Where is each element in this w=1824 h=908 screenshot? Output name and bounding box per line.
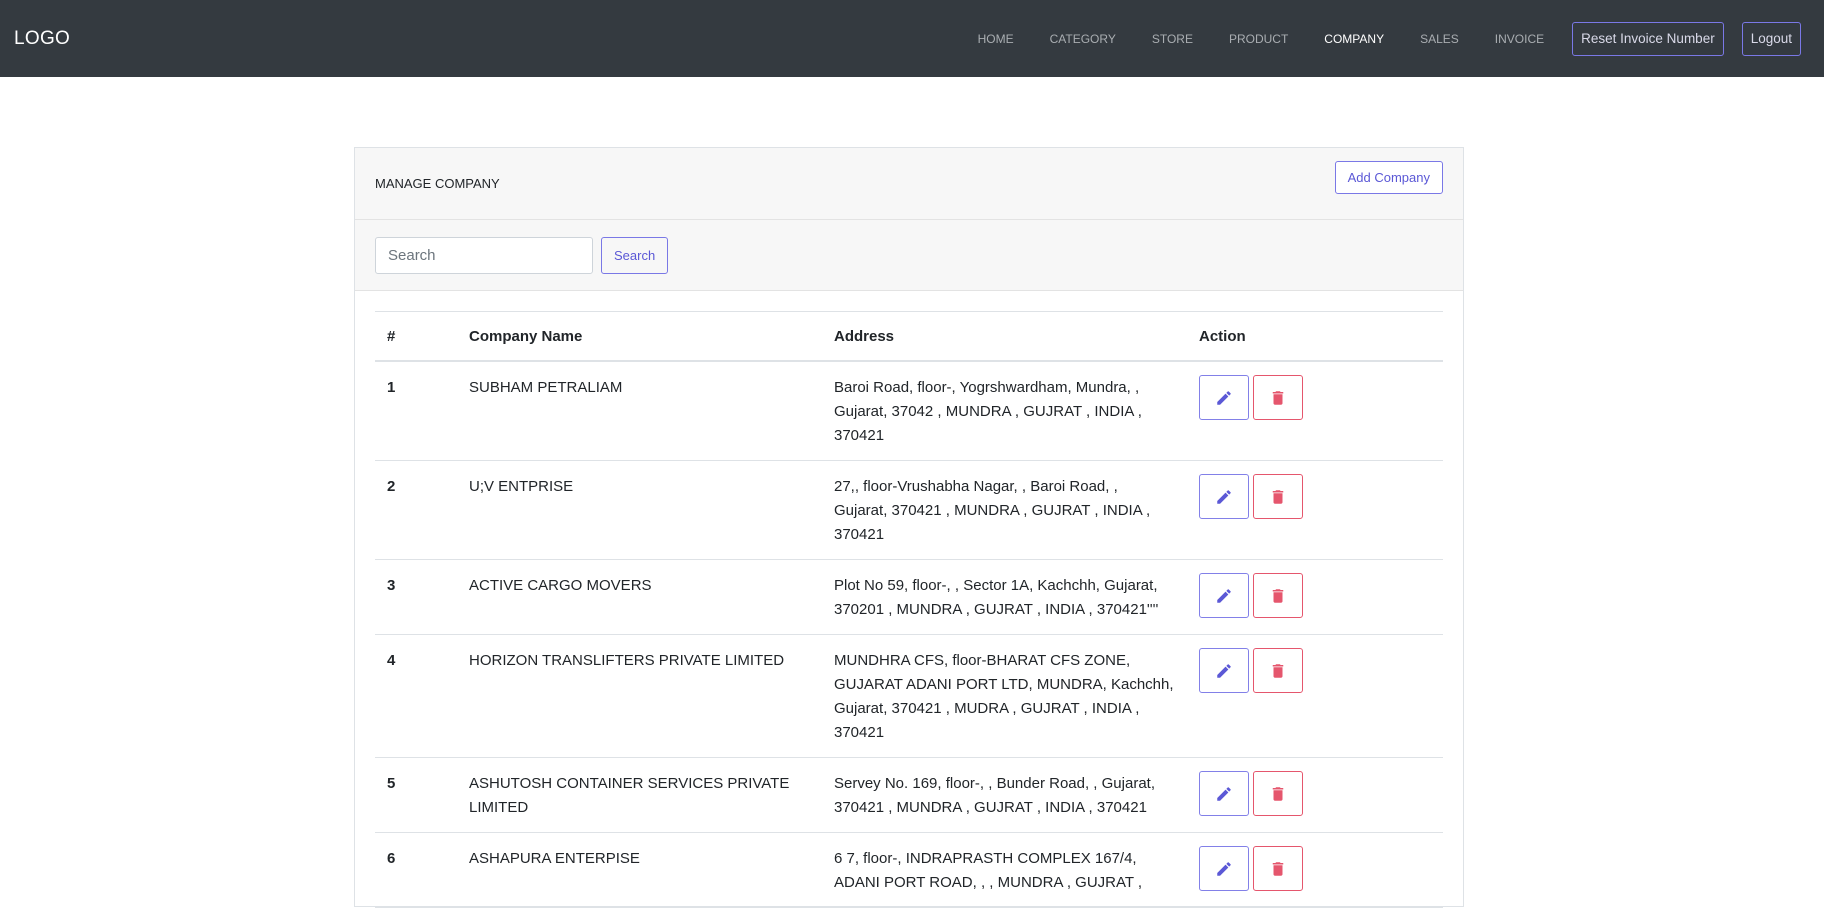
row-number: 2 xyxy=(375,460,457,560)
table-row: 3 ACTIVE CARGO MOVERS Plot No 59, floor-, … xyxy=(375,559,1443,635)
nav-link-invoice[interactable]: INVOICE xyxy=(1477,32,1562,46)
header-address: Address xyxy=(822,311,1187,362)
edit-button[interactable] xyxy=(1199,573,1249,618)
delete-button[interactable] xyxy=(1253,648,1303,693)
table-header: # Company Name Address Action xyxy=(375,311,1443,362)
pencil-icon xyxy=(1215,389,1233,407)
pencil-icon xyxy=(1215,860,1233,878)
action-cell xyxy=(1187,832,1443,908)
address-cell: Servey No. 169, floor-, , Bunder Road, ,… xyxy=(822,757,1187,833)
trash-icon xyxy=(1269,488,1287,506)
company-name-cell: ASHAPURA ENTERPISE xyxy=(457,832,822,908)
company-name-cell: ASHUTOSH CONTAINER SERVICES PRIVATE LIMI… xyxy=(457,757,822,833)
trash-icon xyxy=(1269,389,1287,407)
action-cell xyxy=(1187,460,1443,560)
row-number: 6 xyxy=(375,832,457,908)
header-company-name: Company Name xyxy=(457,311,822,362)
table-row: 1 SUBHAM PETRALIAM Baroi Road, floor-, Yog… xyxy=(375,361,1443,461)
row-number: 5 xyxy=(375,757,457,833)
header-row: # Company Name Address Action xyxy=(375,311,1443,362)
company-name-cell: SUBHAM PETRALIAM xyxy=(457,361,822,461)
row-number: 4 xyxy=(375,634,457,758)
search-button[interactable]: Search xyxy=(601,236,669,274)
manage-company-card: MANAGE COMPANY Add Company Search # Comp… xyxy=(354,147,1464,908)
header-action: Action xyxy=(1187,311,1443,362)
action-cell xyxy=(1187,559,1443,635)
trash-icon xyxy=(1269,662,1287,680)
trash-icon xyxy=(1269,860,1287,878)
nav-link-sales[interactable]: SALES xyxy=(1402,32,1477,46)
action-cell xyxy=(1187,757,1443,833)
nav-link-company[interactable]: COMPANY xyxy=(1306,32,1402,46)
edit-button[interactable] xyxy=(1199,648,1249,693)
address-cell: Baroi Road, floor-, Yogrshwardham, Mundr… xyxy=(822,361,1187,461)
search-bar: Search xyxy=(355,220,1463,291)
table-row: 5 ASHUTOSH CONTAINER SERVICES PRIVATE LIM… xyxy=(375,757,1443,833)
card-header: MANAGE COMPANY Add Company xyxy=(355,148,1463,220)
add-company-button[interactable]: Add Company xyxy=(1334,161,1443,194)
delete-button[interactable] xyxy=(1253,474,1303,519)
logout-button[interactable]: Logout xyxy=(1741,21,1801,56)
nav-link-store[interactable]: STORE xyxy=(1134,32,1211,46)
address-cell: Plot No 59, floor-, , Sector 1A, Kachchh… xyxy=(822,559,1187,635)
address-cell: MUNDHRA CFS, floor-BHARAT CFS ZONE, GUJA… xyxy=(822,634,1187,758)
nav-links: HOME CATEGORY STORE PRODUCT COMPANY SALES INVO… xyxy=(960,21,1810,56)
reset-invoice-number-button[interactable]: Reset Invoice Number xyxy=(1572,21,1724,56)
delete-button[interactable] xyxy=(1253,573,1303,618)
nav-link-product[interactable]: PRODUCT xyxy=(1211,32,1306,46)
company-name-cell: U;V ENTPRISE xyxy=(457,460,822,560)
company-table: # Company Name Address Action 1 SUBHAM PE… xyxy=(375,311,1443,908)
pencil-icon xyxy=(1215,785,1233,803)
table-body: 1 SUBHAM PETRALIAM Baroi Road, floor-, Yog… xyxy=(375,361,1443,908)
nav-link-category[interactable]: CATEGORY xyxy=(1032,32,1134,46)
table-row: 2 U;V ENTPRISE 27,, floor-Vrushabha Nagar,… xyxy=(375,460,1443,560)
logo[interactable]: LOGO xyxy=(14,28,70,50)
table-wrapper: # Company Name Address Action 1 SUBHAM PE… xyxy=(355,291,1463,908)
pencil-icon xyxy=(1215,587,1233,605)
action-cell xyxy=(1187,634,1443,758)
row-number: 3 xyxy=(375,559,457,635)
trash-icon xyxy=(1269,785,1287,803)
page-title: MANAGE COMPANY xyxy=(375,176,500,191)
address-cell: 6 7, floor-, INDRAPRASTH COMPLEX 167/4, … xyxy=(822,832,1187,908)
edit-button[interactable] xyxy=(1199,846,1249,891)
nav-link-home[interactable]: HOME xyxy=(960,32,1032,46)
company-name-cell: HORIZON TRANSLIFTERS PRIVATE LIMITED xyxy=(457,634,822,758)
company-name-cell: ACTIVE CARGO MOVERS xyxy=(457,559,822,635)
edit-button[interactable] xyxy=(1199,771,1249,816)
table-row: 4 HORIZON TRANSLIFTERS PRIVATE LIMITED MUN… xyxy=(375,634,1443,758)
search-input[interactable] xyxy=(375,236,593,274)
header-number: # xyxy=(375,311,457,362)
row-number: 1 xyxy=(375,361,457,461)
action-cell xyxy=(1187,361,1443,461)
pencil-icon xyxy=(1215,488,1233,506)
pencil-icon xyxy=(1215,662,1233,680)
edit-button[interactable] xyxy=(1199,474,1249,519)
delete-button[interactable] xyxy=(1253,771,1303,816)
trash-icon xyxy=(1269,587,1287,605)
top-navbar: LOGO HOME CATEGORY STORE PRODUCT COMPANY SALE… xyxy=(0,0,1824,77)
address-cell: 27,, floor-Vrushabha Nagar, , Baroi Road… xyxy=(822,460,1187,560)
table-row: 6 ASHAPURA ENTERPISE 6 7, floor-, INDRAPRA… xyxy=(375,832,1443,908)
delete-button[interactable] xyxy=(1253,846,1303,891)
delete-button[interactable] xyxy=(1253,375,1303,420)
edit-button[interactable] xyxy=(1199,375,1249,420)
